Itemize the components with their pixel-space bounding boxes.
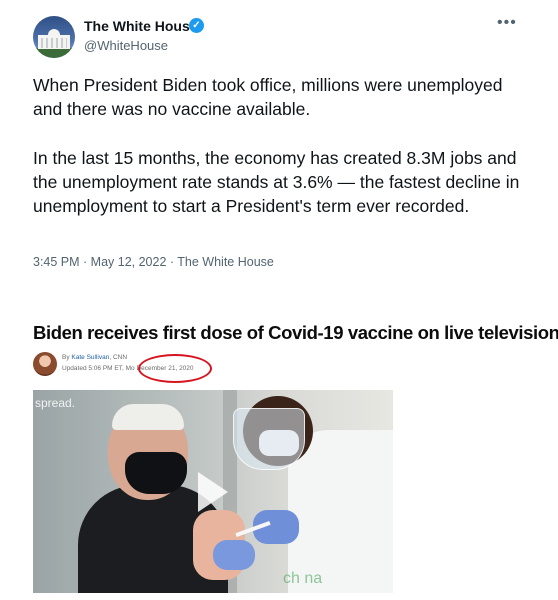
date-annotation-circle bbox=[138, 354, 212, 383]
byline-outlet: , CNN bbox=[109, 354, 128, 361]
tweet-paragraph-1: When President Biden took office, millio… bbox=[33, 75, 503, 119]
face-shield bbox=[233, 408, 305, 470]
more-options-icon[interactable]: ••• bbox=[497, 15, 517, 31]
video-player[interactable]: spread. ch na bbox=[33, 390, 393, 593]
verified-badge-icon: ✓ bbox=[189, 18, 204, 33]
author-link[interactable]: Kate Sullivan bbox=[71, 354, 109, 361]
user-handle[interactable]: @WhiteHouse bbox=[84, 38, 168, 53]
white-house-avatar[interactable] bbox=[33, 16, 75, 58]
background-logo-text: ch na bbox=[283, 570, 323, 587]
byline: By Kate Sullivan, CNN bbox=[62, 354, 127, 361]
tweet-card: The White House ✓ @WhiteHouse ••• When P… bbox=[0, 0, 558, 300]
play-icon[interactable] bbox=[198, 472, 228, 512]
updated-time: Updated 5:06 PM ET, Mo bbox=[62, 365, 135, 372]
tweet-timestamp[interactable]: 3:45 PM · May 12, 2022 · The White House bbox=[33, 255, 274, 269]
tweet-paragraph-2: In the last 15 months, the economy has c… bbox=[33, 148, 520, 216]
video-overlay-text: spread. bbox=[35, 396, 76, 410]
biden-figure-hair bbox=[112, 404, 184, 430]
avatar-columns bbox=[41, 38, 67, 48]
avatar-dome bbox=[48, 29, 60, 37]
nurse-glove-left bbox=[213, 540, 255, 570]
article-headline: Biden receives first dose of Covid-19 va… bbox=[33, 322, 558, 343]
avatar-lawn bbox=[33, 48, 75, 58]
author-avatar bbox=[33, 352, 57, 376]
display-name[interactable]: The White House bbox=[84, 18, 198, 34]
face-mask bbox=[125, 452, 187, 494]
byline-prefix: By bbox=[62, 354, 72, 361]
